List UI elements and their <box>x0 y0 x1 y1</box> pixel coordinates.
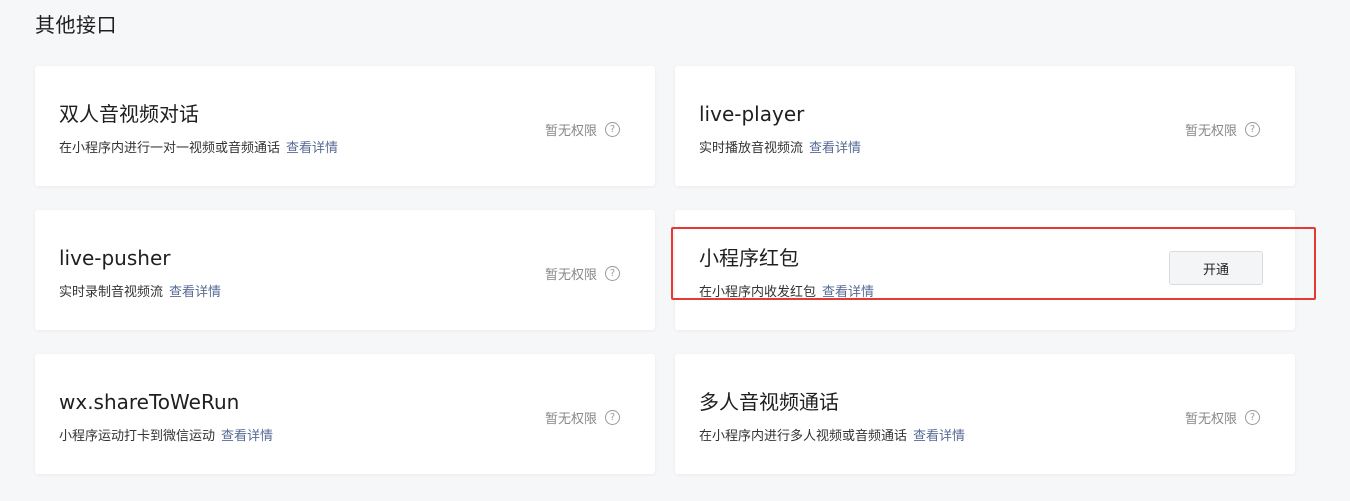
api-card-grid: 双人音视频对话 在小程序内进行一对一视频或音频通话 查看详情 暂无权限 ? liv… <box>35 66 1295 474</box>
card-title: live-pusher <box>59 246 171 270</box>
card-description-text: 在小程序内收发红包 <box>699 285 817 300</box>
status-text: 暂无权限 <box>544 124 597 139</box>
permission-status: 暂无权限 ? <box>1185 408 1260 427</box>
card-title: wx.shareToWeRun <box>59 390 240 414</box>
view-details-link[interactable]: 查看详情 <box>913 429 965 444</box>
card-description-text: 实时播放音视频流 <box>699 141 804 156</box>
api-card-red-packet: 小程序红包 在小程序内收发红包 查看详情 开通 <box>675 210 1295 330</box>
help-question-icon[interactable]: ? <box>605 122 620 137</box>
enable-button[interactable]: 开通 <box>1169 251 1263 285</box>
status-text: 暂无权限 <box>1184 124 1237 139</box>
help-question-icon[interactable]: ? <box>1245 122 1260 137</box>
card-description: 在小程序内收发红包 查看详情 <box>699 284 874 302</box>
card-description: 实时录制音视频流 查看详情 <box>59 284 221 302</box>
status-text: 暂无权限 <box>544 412 597 427</box>
view-details-link[interactable]: 查看详情 <box>169 285 221 300</box>
view-details-link[interactable]: 查看详情 <box>809 141 861 156</box>
api-card-multi-av-call: 多人音视频通话 在小程序内进行多人视频或音频通话 查看详情 暂无权限 ? <box>675 354 1295 474</box>
section-title: 其他接口 <box>35 13 117 37</box>
card-description: 实时播放音视频流 查看详情 <box>699 140 861 158</box>
card-title: 小程序红包 <box>699 246 799 270</box>
card-description-text: 在小程序内进行一对一视频或音频通话 <box>59 141 281 156</box>
card-description-text: 小程序运动打卡到微信运动 <box>59 429 216 444</box>
status-text: 暂无权限 <box>1184 412 1237 427</box>
view-details-link[interactable]: 查看详情 <box>221 429 273 444</box>
api-card-live-player: live-player 实时播放音视频流 查看详情 暂无权限 ? <box>675 66 1295 186</box>
api-card-share-to-werun: wx.shareToWeRun 小程序运动打卡到微信运动 查看详情 暂无权限 ? <box>35 354 655 474</box>
card-title: 多人音视频通话 <box>699 390 839 414</box>
page: 其他接口 双人音视频对话 在小程序内进行一对一视频或音频通话 查看详情 暂无权限 … <box>0 0 1350 501</box>
help-question-icon[interactable]: ? <box>605 410 620 425</box>
card-description: 小程序运动打卡到微信运动 查看详情 <box>59 428 273 446</box>
permission-status: 暂无权限 ? <box>545 408 620 427</box>
api-card-dual-av-call: 双人音视频对话 在小程序内进行一对一视频或音频通话 查看详情 暂无权限 ? <box>35 66 655 186</box>
card-title: 双人音视频对话 <box>59 102 199 126</box>
card-title: live-player <box>699 102 805 126</box>
permission-status: 暂无权限 ? <box>545 264 620 283</box>
card-description: 在小程序内进行多人视频或音频通话 查看详情 <box>699 428 965 446</box>
card-description-text: 在小程序内进行多人视频或音频通话 <box>699 429 908 444</box>
help-question-icon[interactable]: ? <box>1245 410 1260 425</box>
api-card-live-pusher: live-pusher 实时录制音视频流 查看详情 暂无权限 ? <box>35 210 655 330</box>
permission-status: 暂无权限 ? <box>1185 120 1260 139</box>
help-question-icon[interactable]: ? <box>605 266 620 281</box>
view-details-link[interactable]: 查看详情 <box>822 285 874 300</box>
view-details-link[interactable]: 查看详情 <box>286 141 338 156</box>
permission-status: 暂无权限 ? <box>545 120 620 139</box>
card-description: 在小程序内进行一对一视频或音频通话 查看详情 <box>59 140 338 158</box>
card-description-text: 实时录制音视频流 <box>59 285 164 300</box>
status-text: 暂无权限 <box>544 268 597 283</box>
